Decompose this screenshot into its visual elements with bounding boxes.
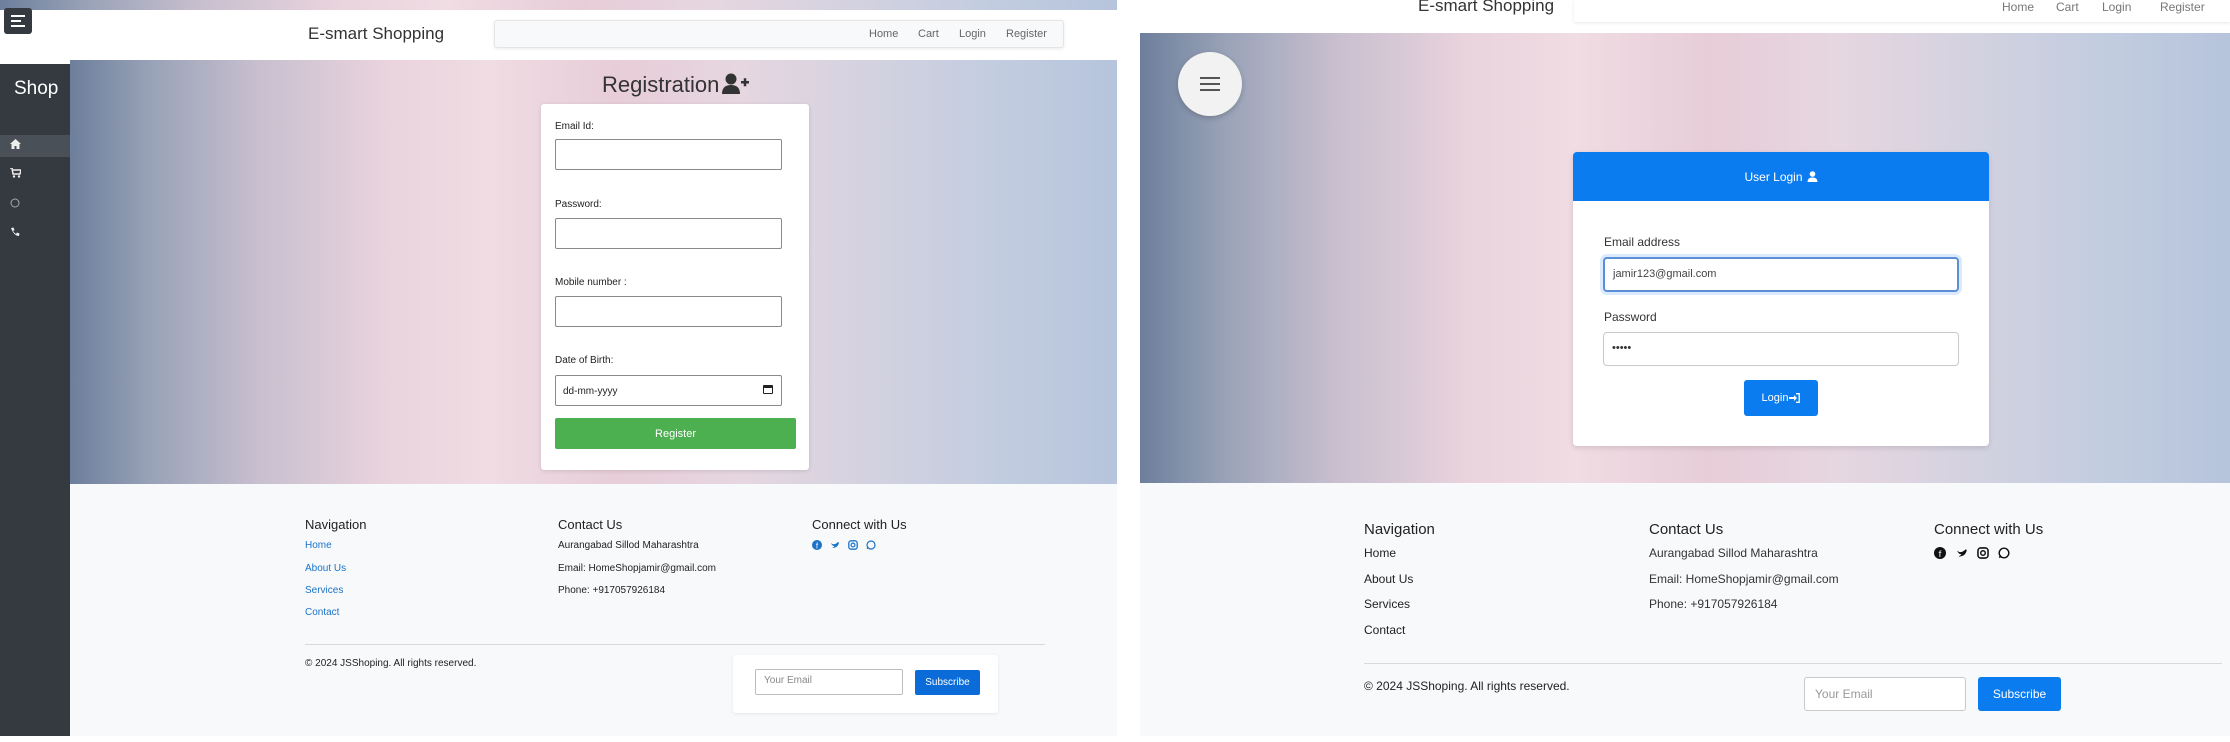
facebook-icon[interactable]: f	[1934, 547, 1946, 559]
instagram-icon[interactable]	[848, 540, 858, 550]
footer-contact-heading: Contact Us	[558, 517, 623, 532]
login-page-screenshot: E-smart Shopping Home Cart Login Registe…	[1140, 0, 2230, 736]
footer-link-contact[interactable]: Contact	[305, 607, 339, 618]
footer-divider	[1364, 663, 2222, 664]
info-icon	[10, 198, 20, 208]
nav-login-link[interactable]: Login	[2102, 0, 2131, 14]
nav-home-link[interactable]: Home	[869, 28, 898, 40]
brand-title: E-smart Shopping	[308, 24, 445, 43]
user-plus-icon	[722, 73, 749, 94]
login-title: User Login	[1744, 169, 1803, 184]
password-label: Password	[1604, 310, 1657, 324]
email-label: Email Id:	[555, 121, 594, 132]
subscribe-button[interactable]: Subscribe	[915, 670, 980, 695]
footer-email: Email: HomeShopjamir@gmail.com	[1649, 572, 1839, 586]
footer-link-home[interactable]: Home	[1364, 546, 1396, 560]
dob-label: Date of Birth:	[555, 355, 614, 366]
email-field[interactable]	[555, 139, 782, 170]
menu-toggle-button[interactable]	[1178, 52, 1242, 116]
footer-link-about[interactable]: About Us	[305, 563, 346, 574]
footer-phone: Phone: +917057926184	[1649, 597, 1778, 611]
footer-connect-heading: Connect with Us	[1934, 521, 2044, 538]
nav-login-link[interactable]: Login	[959, 28, 986, 40]
calendar-icon[interactable]	[763, 385, 773, 394]
footer-link-about[interactable]: About Us	[1364, 572, 1413, 586]
cart-icon	[10, 168, 21, 178]
sidebar-item-contact[interactable]	[0, 223, 70, 245]
footer-phone: Phone: +917057926184	[558, 585, 666, 596]
whatsapp-icon[interactable]	[1998, 547, 2010, 559]
instagram-icon[interactable]	[1977, 547, 1989, 559]
twitter-icon[interactable]	[830, 540, 840, 550]
footer-copyright: © 2024 JSShoping. All rights reserved.	[305, 658, 477, 669]
footer-email: Email: HomeShopjamir@gmail.com	[558, 563, 716, 574]
footer-link-home[interactable]: Home	[305, 540, 332, 551]
email-field[interactable]: jamir123@gmail.com	[1603, 257, 1959, 292]
footer-navigation-heading: Navigation	[1364, 521, 1435, 538]
footer-divider	[305, 644, 1045, 645]
login-button-label: Login	[1761, 392, 1789, 404]
mobile-label: Mobile number :	[555, 277, 627, 288]
nav-cart-link[interactable]: Cart	[2056, 0, 2079, 14]
sidebar-item-cart[interactable]	[0, 164, 70, 186]
home-icon	[10, 139, 21, 149]
subscribe-email-input[interactable]: Your Email	[755, 669, 903, 695]
nav-register-link[interactable]: Register	[1006, 28, 1047, 40]
registration-page-screenshot: E-smart Shopping Home Cart Login Registe…	[0, 0, 1117, 736]
svg-text:f: f	[1939, 549, 1942, 559]
password-field[interactable]	[555, 218, 782, 249]
sidebar-item-home[interactable]	[0, 135, 70, 157]
facebook-icon[interactable]: f	[812, 540, 822, 550]
footer-address: Aurangabad Sillod Maharashtra	[1649, 546, 1818, 560]
subscribe-button[interactable]: Subscribe	[1978, 677, 2061, 711]
top-navbar	[1574, 0, 2230, 22]
phone-icon	[11, 227, 20, 236]
menu-icon	[11, 15, 25, 27]
sign-in-icon	[1789, 393, 1801, 403]
login-button[interactable]: Login	[1744, 380, 1818, 416]
footer-link-contact[interactable]: Contact	[1364, 623, 1405, 637]
menu-icon	[1200, 77, 1220, 91]
dob-placeholder: dd-mm-yyyy	[563, 386, 618, 397]
nav-register-link[interactable]: Register	[2160, 0, 2205, 14]
top-gradient-strip	[0, 0, 1117, 10]
subscribe-email-input[interactable]: Your Email	[1804, 677, 1966, 711]
password-field[interactable]: •••••	[1603, 332, 1959, 366]
registration-title: Registration	[602, 72, 720, 97]
footer-link-services[interactable]: Services	[1364, 597, 1410, 611]
footer-link-services[interactable]: Services	[305, 585, 343, 596]
footer-contact-heading: Contact Us	[1649, 521, 1724, 538]
twitter-icon[interactable]	[1956, 547, 1968, 559]
user-icon	[1807, 171, 1818, 182]
brand-title: E-smart Shopping	[1418, 0, 1555, 15]
nav-cart-link[interactable]: Cart	[918, 28, 939, 40]
nav-home-link[interactable]: Home	[2002, 0, 2034, 14]
register-button[interactable]: Register	[555, 418, 796, 449]
password-label: Password:	[555, 199, 602, 210]
footer-address: Aurangabad Sillod Maharashtra	[558, 540, 699, 551]
login-card-header: User Login	[1573, 152, 1989, 201]
mobile-field[interactable]	[555, 296, 782, 327]
whatsapp-icon[interactable]	[866, 540, 876, 550]
footer-connect-heading: Connect with Us	[812, 517, 907, 532]
sidebar-toggle-button[interactable]	[4, 8, 32, 34]
footer-copyright: © 2024 JSShoping. All rights reserved.	[1364, 679, 1570, 693]
email-label: Email address	[1604, 235, 1681, 249]
footer-navigation-heading: Navigation	[305, 517, 367, 532]
sidebar-title: Shop	[14, 78, 59, 99]
sidebar-item-about[interactable]	[0, 194, 70, 216]
